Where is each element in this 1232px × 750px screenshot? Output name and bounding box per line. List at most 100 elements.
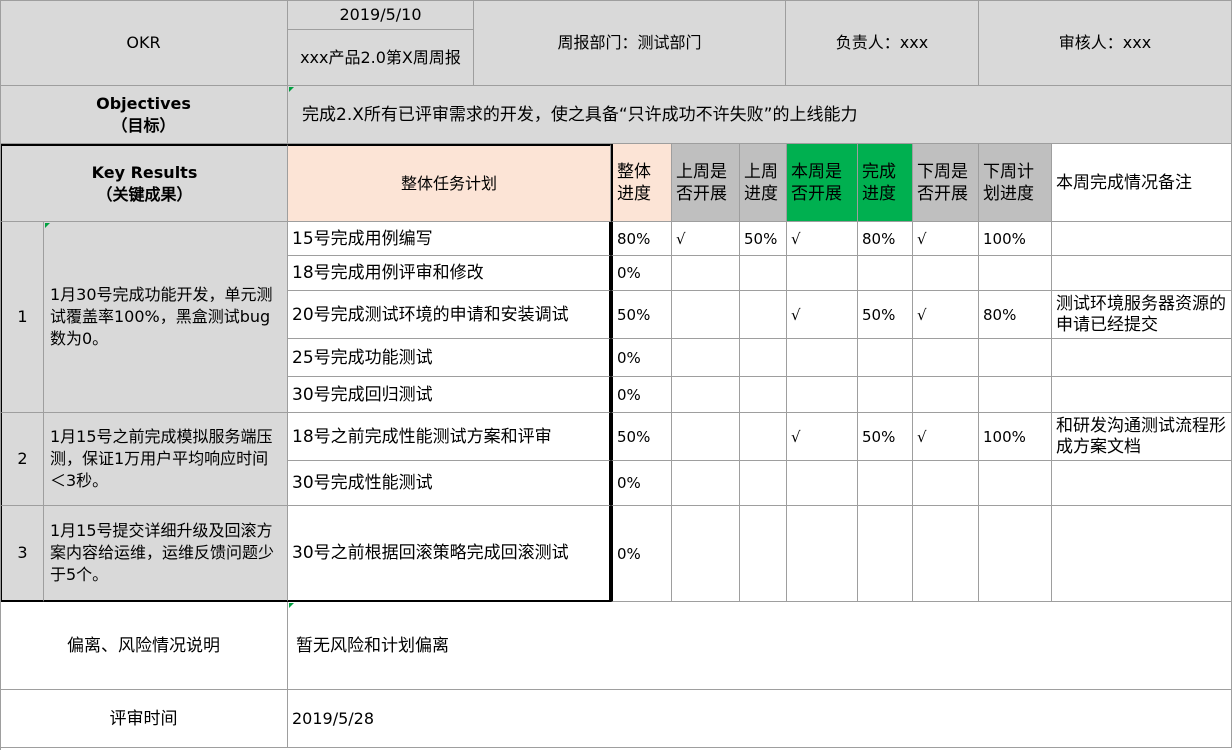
task-cell-last-progress[interactable] (740, 339, 787, 377)
risk-text-cell[interactable]: 暂无风险和计划偏离 (288, 602, 1232, 690)
task-cell-overall[interactable]: 0% (611, 461, 672, 506)
task-cell-this-started[interactable] (787, 256, 858, 291)
kr-text-2[interactable]: 1月15号之前完成模拟服务端压测，保证1万用户平均响应时间＜3秒。 (44, 413, 288, 506)
task-cell-next-plan[interactable] (979, 461, 1052, 506)
task-cell-remark[interactable] (1052, 339, 1232, 377)
task-cell-task[interactable]: 25号完成功能测试 (288, 339, 611, 377)
remarks-header[interactable]: 本周完成情况备注 (1052, 144, 1232, 222)
task-cell-completion[interactable] (858, 506, 913, 602)
task-cell-task[interactable]: 18号完成用例评审和修改 (288, 256, 611, 291)
task-cell-this-started[interactable] (787, 461, 858, 506)
risk-label-cell[interactable]: 偏离、风险情况说明 (0, 602, 288, 690)
task-cell-next-plan[interactable] (979, 339, 1052, 377)
task-cell-completion[interactable] (858, 339, 913, 377)
task-cell-completion[interactable]: 50% (858, 413, 913, 461)
task-cell-remark[interactable] (1052, 256, 1232, 291)
overall-progress-header[interactable]: 整体进度 (611, 144, 672, 222)
task-cell-completion[interactable]: 50% (858, 291, 913, 339)
kr-index-2[interactable]: 2 (0, 413, 44, 506)
task-cell-last-started[interactable] (672, 461, 740, 506)
task-cell-overall[interactable]: 0% (611, 377, 672, 413)
task-cell-task[interactable]: 18号之前完成性能测试方案和评审 (288, 413, 611, 461)
next-week-started-header[interactable]: 下周是否开展 (913, 144, 979, 222)
task-cell-last-progress[interactable]: 50% (740, 222, 787, 256)
task-cell-overall[interactable]: 0% (611, 256, 672, 291)
kr-text-1[interactable]: 1月30号完成功能开发，单元测试覆盖率100%，黑盒测试bug数为0。 (44, 222, 288, 413)
task-cell-next-plan[interactable] (979, 377, 1052, 413)
task-cell-overall[interactable]: 80% (611, 222, 672, 256)
kr-text-3[interactable]: 1月15号提交详细升级及回滚方案内容给运维，运维反馈问题少于5个。 (44, 506, 288, 602)
task-cell-overall[interactable]: 0% (611, 506, 672, 602)
kr-index-3[interactable]: 3 (0, 506, 44, 602)
this-week-started-header[interactable]: 本周是否开展 (787, 144, 858, 222)
report-date-cell[interactable]: 2019/5/10 (288, 0, 474, 30)
task-cell-last-started[interactable] (672, 291, 740, 339)
objectives-label-cell[interactable]: Objectives （目标） (0, 86, 288, 144)
task-cell-last-progress[interactable] (740, 291, 787, 339)
task-cell-next-plan[interactable] (979, 506, 1052, 602)
task-cell-next-started[interactable] (913, 377, 979, 413)
task-cell-last-progress[interactable] (740, 506, 787, 602)
task-cell-task[interactable]: 30号完成性能测试 (288, 461, 611, 506)
task-cell-next-started[interactable]: √ (913, 413, 979, 461)
task-cell-task[interactable]: 15号完成用例编写 (288, 222, 611, 256)
task-cell-next-started[interactable] (913, 339, 979, 377)
task-cell-last-started[interactable] (672, 339, 740, 377)
task-cell-next-started[interactable] (913, 256, 979, 291)
task-cell-last-started[interactable] (672, 377, 740, 413)
task-cell-overall[interactable]: 50% (611, 413, 672, 461)
task-cell-remark[interactable]: 测试环境服务器资源的申请已经提交 (1052, 291, 1232, 339)
task-cell-next-plan[interactable] (979, 256, 1052, 291)
review-date-cell[interactable]: 2019/5/28 (288, 690, 1232, 748)
task-cell-next-plan[interactable]: 100% (979, 413, 1052, 461)
task-cell-this-started[interactable]: √ (787, 291, 858, 339)
completion-progress-header[interactable]: 完成进度 (858, 144, 913, 222)
task-cell-last-started[interactable] (672, 413, 740, 461)
task-cell-remark[interactable]: 和研发沟通测试流程形成方案文档 (1052, 413, 1232, 461)
task-cell-this-started[interactable] (787, 377, 858, 413)
task-cell-completion[interactable]: 80% (858, 222, 913, 256)
task-cell-next-plan[interactable]: 80% (979, 291, 1052, 339)
task-cell-last-progress[interactable] (740, 413, 787, 461)
task-cell-last-started[interactable]: √ (672, 222, 740, 256)
task-cell-next-started[interactable] (913, 461, 979, 506)
report-title-cell[interactable]: xxx产品2.0第X周周报 (288, 30, 474, 86)
task-plan-header[interactable]: 整体任务计划 (288, 144, 611, 222)
task-cell-next-plan[interactable]: 100% (979, 222, 1052, 256)
task-cell-remark[interactable] (1052, 461, 1232, 506)
task-cell-completion[interactable] (858, 377, 913, 413)
key-results-label-cell[interactable]: Key Results （关键成果） (0, 144, 288, 222)
owner-cell[interactable]: 负责人：xxx (786, 0, 979, 86)
okr-label-cell[interactable]: OKR (0, 0, 288, 86)
task-cell-next-started[interactable]: √ (913, 222, 979, 256)
objectives-text-cell[interactable]: 完成2.X所有已评审需求的开发，使之具备“只许成功不许失败”的上线能力 (288, 86, 1232, 144)
task-cell-completion[interactable] (858, 256, 913, 291)
task-cell-this-started[interactable]: √ (787, 413, 858, 461)
task-cell-overall[interactable]: 0% (611, 339, 672, 377)
last-week-started-header[interactable]: 上周是否开展 (672, 144, 740, 222)
task-cell-this-started[interactable] (787, 339, 858, 377)
task-cell-remark[interactable] (1052, 222, 1232, 256)
last-week-progress-header[interactable]: 上周进度 (740, 144, 787, 222)
task-cell-next-started[interactable]: √ (913, 291, 979, 339)
task-cell-task[interactable]: 30号完成回归测试 (288, 377, 611, 413)
task-cell-this-started[interactable] (787, 506, 858, 602)
task-cell-task[interactable]: 20号完成测试环境的申请和安装调试 (288, 291, 611, 339)
task-cell-remark[interactable] (1052, 377, 1232, 413)
task-cell-this-started[interactable]: √ (787, 222, 858, 256)
next-week-plan-header[interactable]: 下周计划进度 (979, 144, 1052, 222)
task-cell-last-started[interactable] (672, 506, 740, 602)
review-label-cell[interactable]: 评审时间 (0, 690, 288, 748)
kr-index-1[interactable]: 1 (0, 222, 44, 413)
task-cell-remark[interactable] (1052, 506, 1232, 602)
task-cell-last-started[interactable] (672, 256, 740, 291)
department-cell[interactable]: 周报部门：测试部门 (474, 0, 786, 86)
task-cell-next-started[interactable] (913, 506, 979, 602)
task-cell-overall[interactable]: 50% (611, 291, 672, 339)
task-cell-last-progress[interactable] (740, 377, 787, 413)
task-cell-last-progress[interactable] (740, 256, 787, 291)
task-cell-last-progress[interactable] (740, 461, 787, 506)
task-cell-completion[interactable] (858, 461, 913, 506)
task-cell-task[interactable]: 30号之前根据回滚策略完成回滚测试 (288, 506, 611, 602)
reviewer-cell[interactable]: 审核人：xxx (979, 0, 1232, 86)
